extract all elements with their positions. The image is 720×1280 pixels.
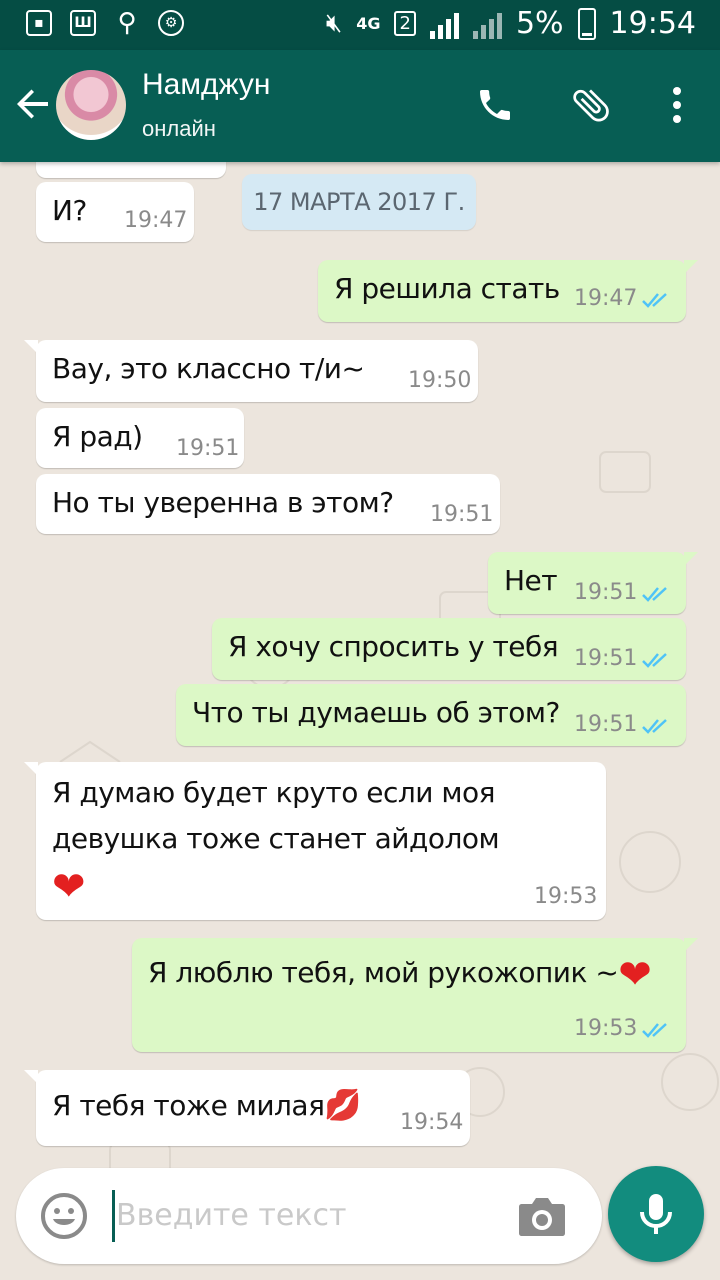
message-text: Я рад) xyxy=(52,420,143,453)
sim-indicator: 2 xyxy=(394,11,416,36)
message-incoming[interactable]: Вау, это классно т/и~ 19:50 xyxy=(24,340,478,402)
message-composer: Введите текст xyxy=(16,1168,602,1264)
message-time: 19:51 xyxy=(574,580,638,605)
message-text: Я решила стать xyxy=(334,272,560,305)
contact-name[interactable]: Намджун xyxy=(142,68,270,102)
message-text: Я хочу спросить у тебя xyxy=(228,630,559,663)
gallery-icon: ▪ xyxy=(26,10,52,36)
message-text: Я тебя тоже милая💋 xyxy=(52,1088,362,1123)
message-text: Я думаю будет круто если моя девушка тож… xyxy=(52,776,500,910)
heart-emoji: ❤ xyxy=(618,952,652,998)
signal-icon-2 xyxy=(472,9,502,39)
message-text: Но ты уверенна в этом? xyxy=(52,486,394,519)
text-cursor xyxy=(112,1190,115,1242)
message-text: Вау, это классно т/и~ xyxy=(52,352,365,385)
message-outgoing[interactable]: Нет 19:51 xyxy=(488,552,698,614)
chat-header: Намджун онлайн xyxy=(0,50,720,162)
message-partial-hidden xyxy=(36,162,226,178)
notification-icons: ▪ Ш ⚲ ⚙ xyxy=(26,8,184,38)
kiss-emoji: 💋 xyxy=(324,1088,362,1123)
message-outgoing[interactable]: Я решила стать 19:47 xyxy=(318,260,698,322)
message-time: 19:53 xyxy=(574,1016,638,1041)
message-time: 19:51 xyxy=(574,712,638,737)
message-text: Нет xyxy=(504,564,558,597)
message-incoming[interactable]: Я думаю будет круто если моя девушка тож… xyxy=(24,762,606,920)
battery-percent: 5% xyxy=(515,6,564,41)
emoji-icon[interactable] xyxy=(40,1192,88,1240)
battery-icon xyxy=(577,7,596,40)
message-input[interactable]: Введите текст xyxy=(116,1198,346,1233)
read-ticks-icon xyxy=(642,653,667,668)
message-time: 19:51 xyxy=(574,646,638,671)
contact-avatar[interactable] xyxy=(56,70,126,140)
message-text: Что ты думаешь об этом? xyxy=(192,696,560,729)
status-bar: ▪ Ш ⚲ ⚙ 🔇︎ 4G 2 5% 19:54 xyxy=(0,0,720,50)
read-ticks-icon xyxy=(642,1023,667,1038)
read-ticks-icon xyxy=(642,293,667,308)
app-notification-icon: Ш xyxy=(70,10,96,36)
message-time: 19:54 xyxy=(400,1110,464,1135)
chat-area[interactable]: 17 МАРТА 2017 Г. И? 19:47 Я решила стать… xyxy=(0,162,720,1280)
phone-icon[interactable] xyxy=(470,80,520,130)
message-incoming[interactable]: Я рад) 19:51 xyxy=(36,408,244,468)
signal-icon xyxy=(429,9,459,39)
mic-icon[interactable] xyxy=(608,1166,704,1262)
message-time: 19:50 xyxy=(408,368,472,393)
mute-icon: 🔇︎ xyxy=(325,8,343,38)
message-text: Я люблю тебя, мой рукожопик ~❤ xyxy=(148,952,652,998)
clock: 19:54 xyxy=(609,6,696,41)
system-indicators: 🔇︎ 4G 2 5% 19:54 xyxy=(326,6,696,41)
message-incoming[interactable]: Но ты уверенна в этом? 19:51 xyxy=(36,474,500,534)
more-vert-icon[interactable] xyxy=(652,80,702,130)
heart-emoji: ❤ xyxy=(52,864,86,910)
message-time: 19:51 xyxy=(176,436,240,461)
message-time: 19:47 xyxy=(124,208,188,233)
message-text: И? xyxy=(52,194,87,227)
contact-status: онлайн xyxy=(142,116,216,141)
attach-icon[interactable] xyxy=(566,80,616,130)
message-time: 19:53 xyxy=(534,884,598,909)
message-outgoing[interactable]: Что ты думаешь об этом? 19:51 xyxy=(176,684,686,746)
read-ticks-icon xyxy=(642,719,667,734)
message-time: 19:47 xyxy=(574,286,638,311)
message-incoming[interactable]: И? 19:47 xyxy=(36,182,194,242)
message-time: 19:51 xyxy=(430,502,494,527)
message-outgoing[interactable]: Я люблю тебя, мой рукожопик ~❤ 19:53 xyxy=(132,938,698,1052)
message-incoming[interactable]: Я тебя тоже милая💋 19:54 xyxy=(24,1070,470,1146)
back-arrow-icon[interactable] xyxy=(14,84,54,124)
settings-icon: ⚙ xyxy=(158,10,184,36)
date-chip: 17 МАРТА 2017 Г. xyxy=(242,174,476,230)
network-type: 4G xyxy=(356,14,381,33)
message-outgoing[interactable]: Я хочу спросить у тебя 19:51 xyxy=(212,618,686,680)
search-icon: ⚲ xyxy=(117,8,137,38)
camera-icon[interactable] xyxy=(516,1192,568,1240)
read-ticks-icon xyxy=(642,587,667,602)
